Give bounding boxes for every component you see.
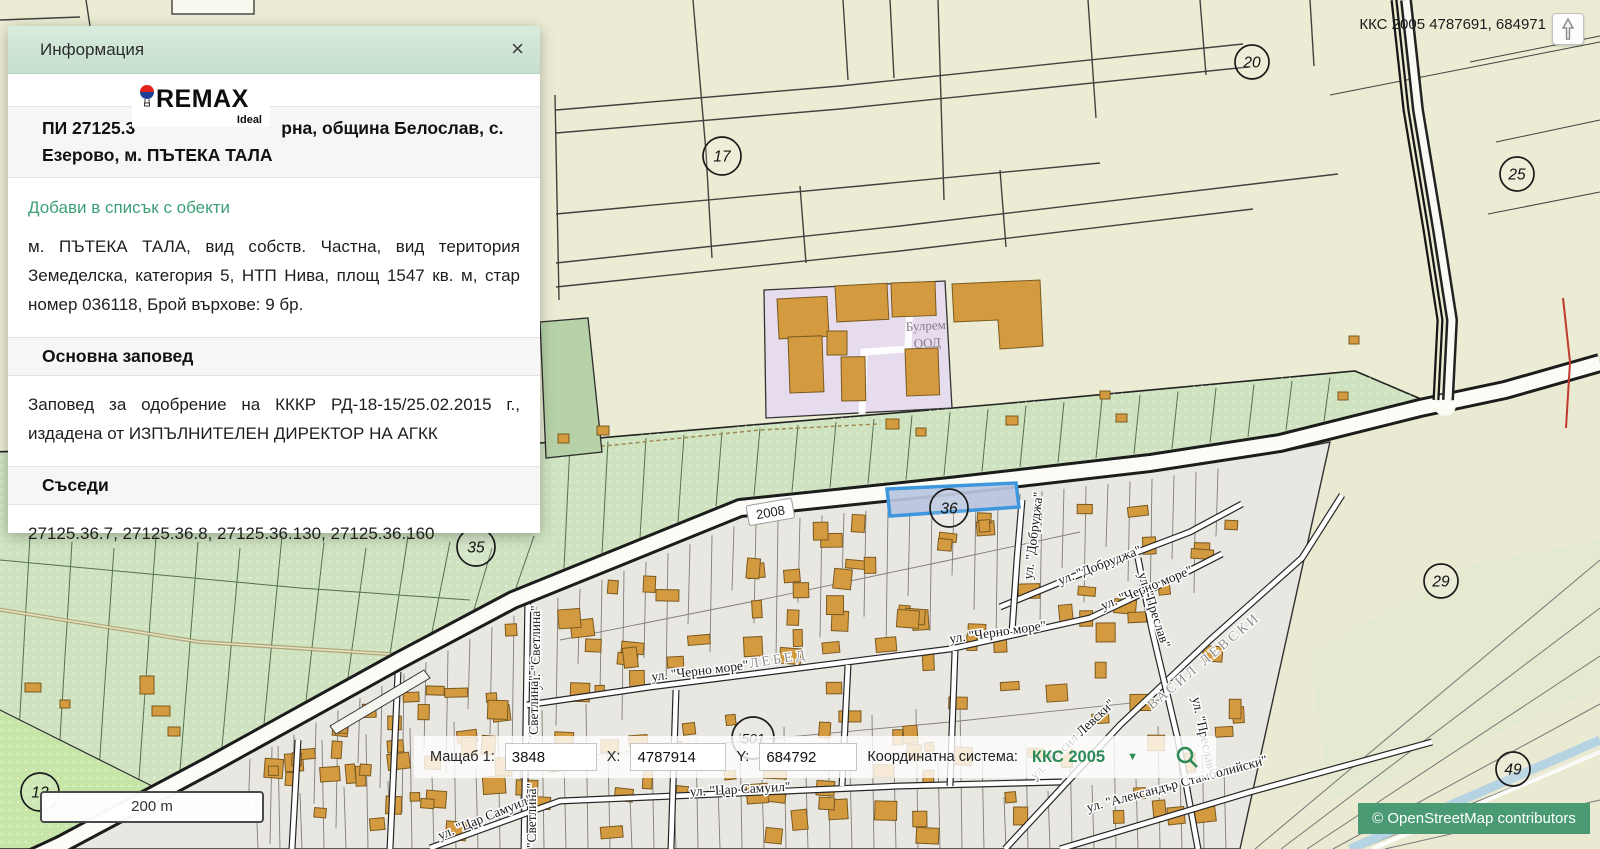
map-toolbar: Мащаб 1: X: Y: Координатна система: ККС … [414,736,1216,778]
section-text-order: Заповед за одобрение на КККР РД-18-15/25… [28,390,520,448]
north-arrow-icon [1553,14,1583,44]
svg-text:25: 25 [1507,167,1526,184]
parcel-number-marker: 20 [1235,45,1269,79]
parcel-number-marker: 49 [1496,752,1530,786]
add-to-list-link[interactable]: Добави в списък с обекти [28,198,520,218]
remax-logo: REMAX Ideal [132,81,270,127]
parcel-number-marker: 17 [703,137,741,175]
section-text-neighbors: 27125.36.7, 27125.36.8, 27125.36.130, 27… [28,519,520,548]
scale-bar: 200 m [40,791,264,823]
parcel-description: м. ПЪТЕКА ТАЛА, вид собств. Частна, вид … [28,232,520,319]
svg-text:49: 49 [1504,762,1522,779]
search-button[interactable] [1174,744,1200,770]
close-icon[interactable]: × [511,35,524,63]
x-coordinate-input[interactable] [630,743,726,771]
parcel-title-prefix: ПИ 27125.3 [42,118,135,138]
info-panel-header: Информация × [8,26,540,74]
coords-readout: ККС 2005 4787691, 684971 [1359,16,1546,33]
y-coordinate-input[interactable] [759,743,857,771]
svg-text:29: 29 [1431,574,1450,591]
crs-dropdown[interactable]: ККС 2005 [1032,748,1105,767]
svg-text:36: 36 [940,501,958,518]
parcel-title: ПИ 27125.3рна, община Белослав, с. Езеро… [8,106,540,178]
svg-text:20: 20 [1242,55,1261,72]
area-label: ООД [913,335,941,351]
chevron-down-icon[interactable]: ▼ [1127,751,1138,763]
area-label: Булрем [905,317,946,334]
parcel-number-marker: 25 [1500,157,1534,191]
svg-text:17: 17 [713,149,732,166]
info-panel: Информация × REMAX Ideal ПИ 27125.3рна, … [8,26,540,533]
north-arrow-button[interactable] [1552,13,1584,45]
section-heading-order: Основна заповед [8,337,540,376]
remax-logo-sub: Ideal [237,114,262,126]
x-label: X: [607,749,621,765]
parcel-number-marker: 29 [1424,564,1458,598]
search-icon [1174,744,1200,770]
map-application: 2008 1720253536294913501 ул. "Черно море… [0,0,1600,849]
section-heading-neighbors: Съседи [8,466,540,505]
y-label: Y: [736,749,749,765]
osm-attribution[interactable]: © OpenStreetMap contributors [1358,803,1590,834]
remax-balloon-icon [139,84,155,108]
parcel-number-marker: 36 [930,489,968,527]
scale-label: Мащаб 1: [430,749,495,765]
remax-logo-word: REMAX [156,85,249,114]
scale-input[interactable] [505,743,597,771]
info-panel-title: Информация [8,26,540,73]
crs-label: Координатна система: [867,749,1018,765]
